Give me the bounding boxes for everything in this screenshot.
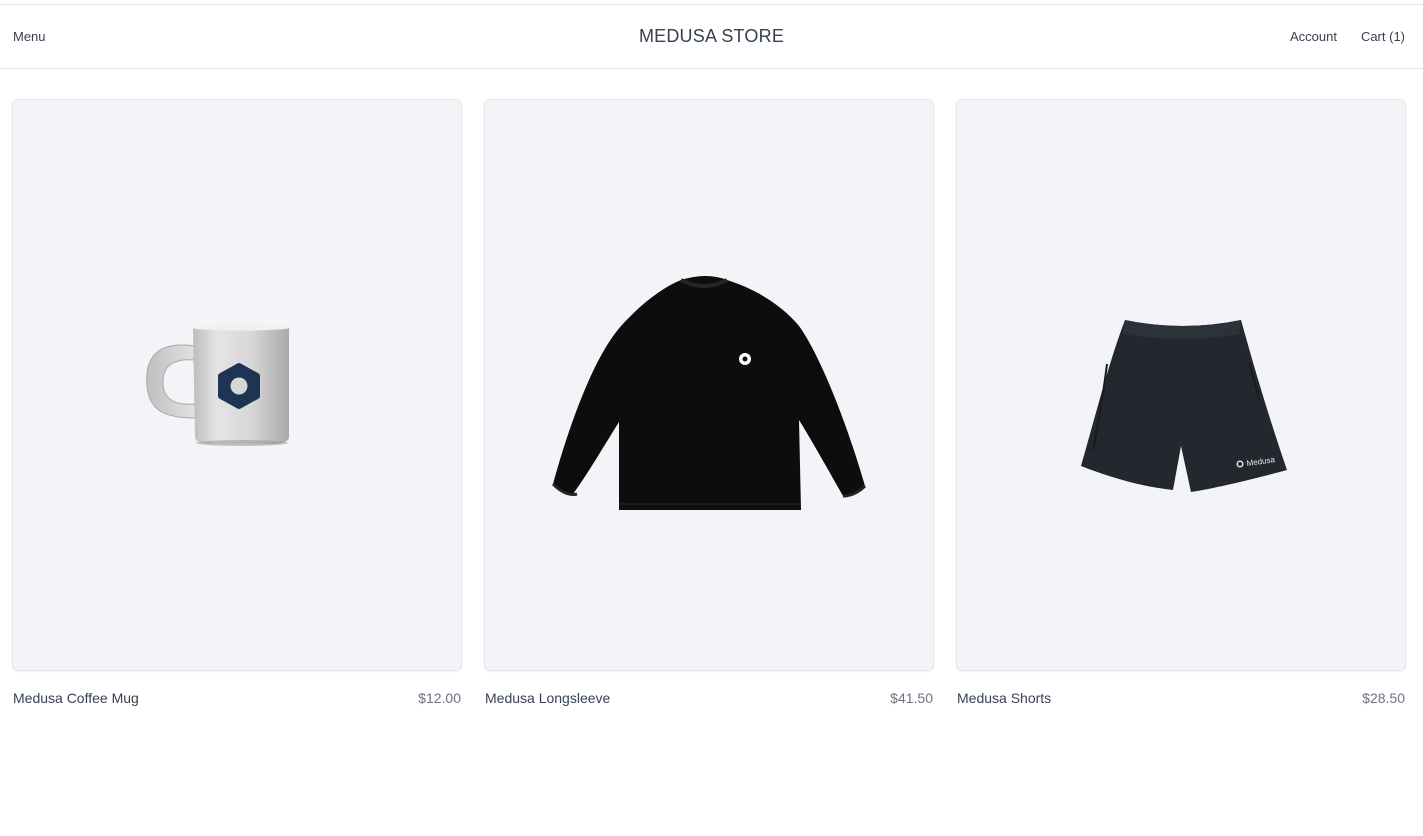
menu-button[interactable]: Menu (13, 29, 46, 44)
cart-link[interactable]: Cart (1) (1361, 29, 1405, 44)
product-card[interactable]: Medusa Medusa Shorts $28.50 (956, 99, 1406, 706)
navbar: Menu MEDUSA STORE Account Cart (1) (0, 5, 1423, 69)
product-price: $41.50 (890, 690, 933, 706)
product-card[interactable]: Medusa Longsleeve $41.50 (484, 99, 934, 706)
store-title-link[interactable]: MEDUSA STORE (639, 26, 784, 47)
product-grid: Medusa Coffee Mug $12.00 Medusa Longslee… (12, 99, 1406, 706)
account-link[interactable]: Account (1290, 29, 1337, 44)
product-card[interactable]: Medusa Coffee Mug $12.00 (12, 99, 462, 706)
longsleeve-image (551, 276, 867, 510)
product-thumbnail[interactable] (12, 99, 462, 671)
product-name: Medusa Longsleeve (485, 690, 611, 706)
coffee-mug-image (146, 325, 289, 446)
product-thumbnail[interactable]: Medusa (956, 99, 1406, 671)
product-name: Medusa Shorts (957, 690, 1052, 706)
product-thumbnail[interactable] (484, 99, 934, 671)
shorts-image: Medusa (1081, 320, 1287, 492)
product-name: Medusa Coffee Mug (13, 690, 139, 706)
product-price: $28.50 (1362, 690, 1405, 706)
product-price: $12.00 (418, 690, 461, 706)
